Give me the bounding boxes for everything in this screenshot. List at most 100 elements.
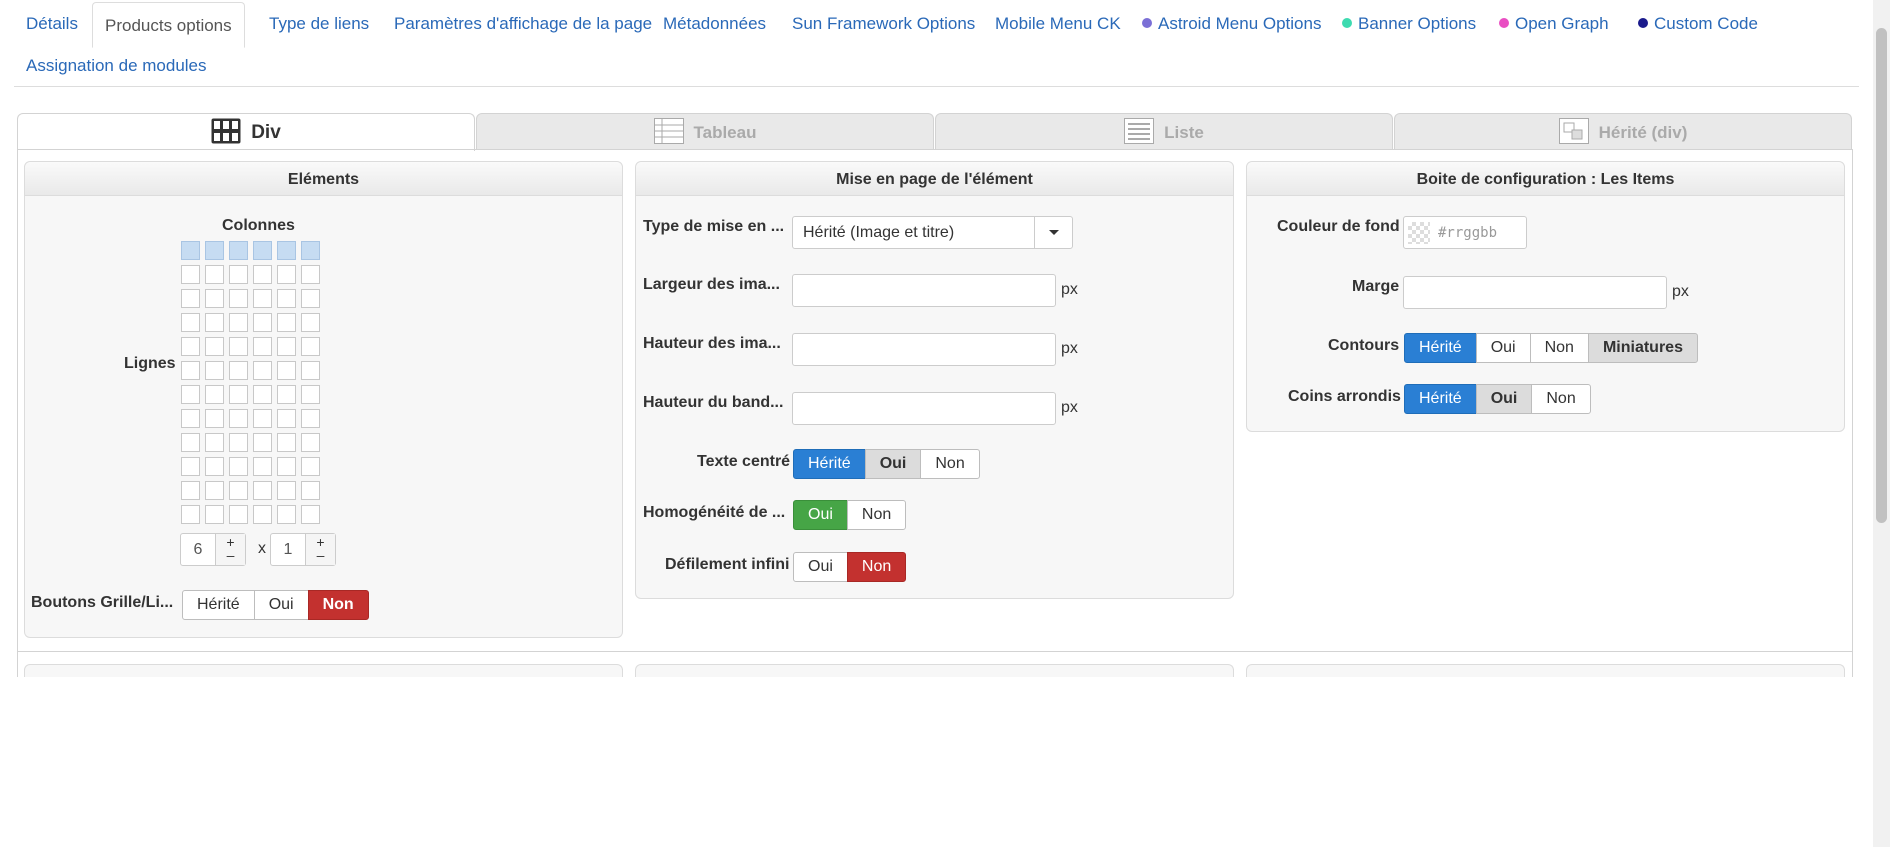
rounded-corners-no[interactable]: Non (1531, 384, 1591, 414)
bg-color-input[interactable]: #rrggbb (1403, 216, 1527, 249)
rows-stepper[interactable]: 1 + – (270, 533, 336, 566)
grid-cell[interactable] (181, 361, 200, 380)
grid-cell[interactable] (301, 289, 320, 308)
infinite-scroll-no[interactable]: Non (846, 552, 907, 582)
grid-cell[interactable] (301, 385, 320, 404)
grid-cell[interactable] (277, 313, 296, 332)
infinite-scroll-yes[interactable]: Oui (793, 552, 848, 582)
grid-cell[interactable] (277, 481, 296, 500)
grid-cell[interactable] (181, 241, 200, 260)
homogeneity-no[interactable]: Non (846, 500, 907, 530)
grid-cell[interactable] (253, 409, 272, 428)
grid-cell[interactable] (229, 457, 248, 476)
grid-cell[interactable] (205, 289, 224, 308)
grid-cell[interactable] (277, 409, 296, 428)
layout-tab-inherited[interactable]: Hérité (div) (1394, 113, 1852, 150)
layout-type-select[interactable]: Hérité (Image et titre) (792, 216, 1073, 249)
grid-cell[interactable] (253, 481, 272, 500)
grid-cell[interactable] (301, 481, 320, 500)
grid-cell[interactable] (229, 313, 248, 332)
grid-cell[interactable] (229, 385, 248, 404)
grid-cell[interactable] (301, 337, 320, 356)
layout-tab-tableau[interactable]: Tableau (476, 113, 934, 150)
borders-no[interactable]: Non (1529, 333, 1589, 363)
layout-tab-liste[interactable]: Liste (935, 113, 1393, 150)
grid-cell[interactable] (205, 433, 224, 452)
grid-cell[interactable] (229, 433, 248, 452)
tab-custom-code[interactable]: Custom Code (1626, 0, 1770, 43)
grid-cell[interactable] (205, 313, 224, 332)
grid-cell[interactable] (253, 433, 272, 452)
grid-cell[interactable] (277, 337, 296, 356)
tab-page-display-parameters[interactable]: Paramètres d'affichage de la page (382, 0, 664, 43)
grid-buttons-inherit[interactable]: Hérité (182, 590, 255, 620)
grid-cell[interactable] (253, 289, 272, 308)
grid-cell[interactable] (277, 289, 296, 308)
grid-cell[interactable] (277, 457, 296, 476)
grid-cell[interactable] (229, 361, 248, 380)
grid-cell[interactable] (181, 505, 200, 524)
grid-cell[interactable] (229, 289, 248, 308)
grid-cell[interactable] (301, 409, 320, 428)
grid-cell[interactable] (277, 385, 296, 404)
columns-increment-button[interactable]: + – (215, 534, 245, 565)
rounded-corners-inherit[interactable]: Hérité (1404, 384, 1477, 414)
grid-cell[interactable] (301, 265, 320, 284)
centered-text-no[interactable]: Non (920, 449, 980, 479)
image-width-input[interactable] (792, 274, 1056, 307)
grid-cell[interactable] (253, 265, 272, 284)
grid-cell[interactable] (253, 361, 272, 380)
grid-cell[interactable] (301, 361, 320, 380)
grid-cell[interactable] (229, 505, 248, 524)
tab-module-assignment[interactable]: Assignation de modules (14, 42, 219, 85)
grid-cell[interactable] (229, 409, 248, 428)
grid-cell[interactable] (205, 481, 224, 500)
grid-cell[interactable] (301, 313, 320, 332)
tab-type-de-liens[interactable]: Type de liens (257, 0, 381, 43)
tab-details[interactable]: Détails (14, 0, 90, 43)
grid-cell[interactable] (205, 337, 224, 356)
grid-cell[interactable] (205, 409, 224, 428)
tab-mobile-menu-ck[interactable]: Mobile Menu CK (983, 0, 1133, 43)
grid-cell[interactable] (253, 337, 272, 356)
grid-cell[interactable] (205, 241, 224, 260)
grid-cell[interactable] (277, 265, 296, 284)
centered-text-inherit[interactable]: Hérité (793, 449, 866, 479)
borders-inherit[interactable]: Hérité (1404, 333, 1477, 363)
grid-cell[interactable] (181, 385, 200, 404)
grid-cell[interactable] (277, 433, 296, 452)
image-height-input[interactable] (792, 333, 1056, 366)
grid-cell[interactable] (181, 265, 200, 284)
grid-cell[interactable] (205, 385, 224, 404)
grid-cell[interactable] (181, 457, 200, 476)
grid-cell[interactable] (301, 505, 320, 524)
tab-astroid-menu-options[interactable]: Astroid Menu Options (1130, 0, 1333, 43)
grid-cell[interactable] (277, 241, 296, 260)
homogeneity-yes[interactable]: Oui (793, 500, 848, 530)
grid-cell[interactable] (181, 409, 200, 428)
tab-sun-framework-options[interactable]: Sun Framework Options (780, 0, 987, 43)
columns-stepper[interactable]: 6 + – (180, 533, 246, 566)
grid-cell[interactable] (253, 385, 272, 404)
grid-cell[interactable] (229, 265, 248, 284)
page-scrollbar-thumb[interactable] (1876, 28, 1887, 523)
grid-cell[interactable] (253, 457, 272, 476)
grid-buttons-yes[interactable]: Oui (253, 590, 309, 620)
margin-input[interactable] (1403, 276, 1667, 309)
grid-cell[interactable] (277, 505, 296, 524)
tab-banner-options[interactable]: Banner Options (1330, 0, 1488, 43)
grid-cell[interactable] (181, 481, 200, 500)
grid-cell[interactable] (253, 505, 272, 524)
grid-cell[interactable] (205, 361, 224, 380)
grid-cell[interactable] (181, 337, 200, 356)
grid-cell[interactable] (277, 361, 296, 380)
rounded-corners-yes[interactable]: Oui (1475, 384, 1533, 414)
centered-text-yes[interactable]: Oui (864, 449, 922, 479)
grid-cell[interactable] (205, 457, 224, 476)
layout-tab-div[interactable]: Div (17, 113, 475, 151)
tab-metadata[interactable]: Métadonnées (651, 0, 778, 43)
grid-cell[interactable] (301, 457, 320, 476)
grid-cell[interactable] (301, 433, 320, 452)
grid-cell[interactable] (181, 313, 200, 332)
grid-cell[interactable] (253, 313, 272, 332)
